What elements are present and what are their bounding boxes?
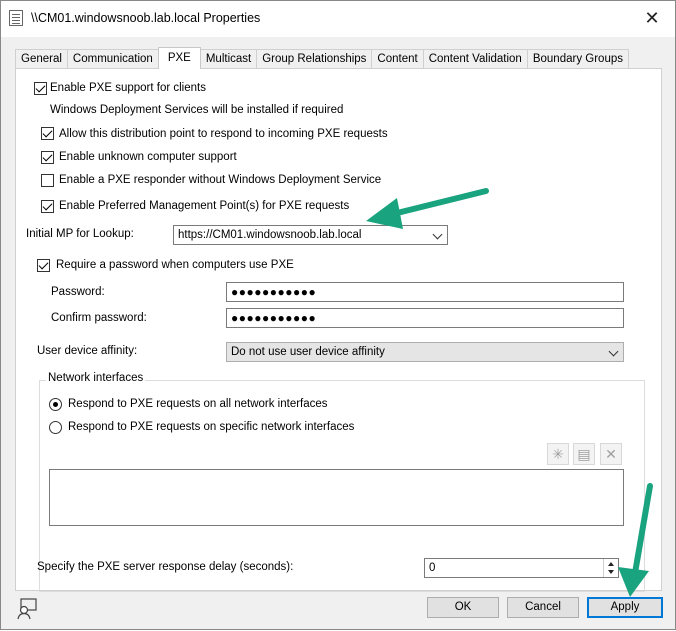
new-interface-icon[interactable]: ✳	[547, 443, 569, 465]
tab-multicast[interactable]: Multicast	[199, 49, 258, 69]
radio-specific-interfaces[interactable]	[49, 421, 62, 434]
confirm-password-field[interactable]: ●●●●●●●●●●●	[226, 308, 624, 328]
confirm-password-label: Confirm password:	[51, 312, 147, 324]
require-password-checkbox[interactable]	[37, 259, 50, 272]
properties-window: \\CM01.windowsnoob.lab.local Properties …	[0, 0, 676, 630]
initial-mp-value: https://CM01.windowsnoob.lab.local	[178, 229, 362, 241]
radio-specific-interfaces-label: Respond to PXE requests on specific netw…	[68, 421, 355, 433]
title-bar: \\CM01.windowsnoob.lab.local Properties …	[1, 1, 675, 37]
initial-mp-label: Initial MP for Lookup:	[26, 228, 134, 240]
tab-general[interactable]: General	[15, 49, 68, 69]
wds-note: Windows Deployment Services will be inst…	[50, 104, 344, 116]
network-interfaces-label: Network interfaces	[46, 372, 146, 384]
apply-button[interactable]: Apply	[587, 597, 663, 618]
response-delay-label: Specify the PXE server response delay (s…	[37, 561, 294, 573]
properties-icon[interactable]: ▤	[573, 443, 595, 465]
affinity-dropdown[interactable]: Do not use user device affinity	[226, 342, 624, 362]
affinity-label: User device affinity:	[37, 345, 138, 357]
chevron-down-icon	[608, 346, 619, 357]
ok-button[interactable]: OK	[427, 597, 499, 618]
window-title: \\CM01.windowsnoob.lab.local Properties	[31, 11, 261, 25]
preferred-mp-checkbox[interactable]	[41, 200, 54, 213]
tab-content-validation[interactable]: Content Validation	[422, 49, 528, 69]
preferred-mp-label: Enable Preferred Management Point(s) for…	[59, 200, 350, 212]
unknown-computer-label: Enable unknown computer support	[59, 151, 237, 163]
tab-group-relationships[interactable]: Group Relationships	[256, 49, 373, 69]
tab-strip: General Communication PXE Multicast Grou…	[15, 47, 629, 69]
close-icon[interactable]: ✕	[641, 7, 663, 29]
spin-down-icon[interactable]	[608, 570, 614, 574]
radio-all-interfaces-label: Respond to PXE requests on all network i…	[68, 398, 328, 410]
response-delay-spinner[interactable]: 0	[424, 558, 619, 578]
tab-pxe[interactable]: PXE	[157, 47, 201, 69]
tab-content[interactable]: Content	[371, 49, 424, 69]
password-field[interactable]: ●●●●●●●●●●●	[226, 282, 624, 302]
pxe-panel: Enable PXE support for clients Windows D…	[15, 68, 662, 592]
allow-respond-label: Allow this distribution point to respond…	[59, 128, 388, 140]
response-delay-value: 0	[429, 562, 436, 574]
enable-pxe-label: Enable PXE support for clients	[50, 82, 206, 94]
chevron-down-icon	[432, 229, 443, 240]
tab-communication[interactable]: Communication	[66, 49, 159, 69]
unknown-computer-checkbox[interactable]	[41, 151, 54, 164]
spinner-buttons[interactable]	[603, 559, 618, 577]
initial-mp-dropdown[interactable]: https://CM01.windowsnoob.lab.local	[173, 225, 448, 245]
pxe-responder-label: Enable a PXE responder without Windows D…	[59, 174, 382, 186]
allow-respond-checkbox[interactable]	[41, 127, 54, 140]
help-icon[interactable]	[16, 598, 38, 620]
tab-boundary-groups[interactable]: Boundary Groups	[526, 49, 629, 69]
affinity-value: Do not use user device affinity	[231, 346, 385, 358]
enable-pxe-checkbox[interactable]	[34, 82, 47, 95]
network-interfaces-list[interactable]	[49, 469, 624, 526]
radio-all-interfaces[interactable]	[49, 398, 62, 411]
spin-up-icon[interactable]	[608, 562, 614, 566]
delete-icon[interactable]: ✕	[600, 443, 622, 465]
cancel-button[interactable]: Cancel	[507, 597, 579, 618]
properties-icon	[9, 10, 23, 26]
require-password-label: Require a password when computers use PX…	[56, 259, 294, 271]
password-label: Password:	[51, 286, 105, 298]
pxe-responder-checkbox[interactable]	[41, 174, 54, 187]
